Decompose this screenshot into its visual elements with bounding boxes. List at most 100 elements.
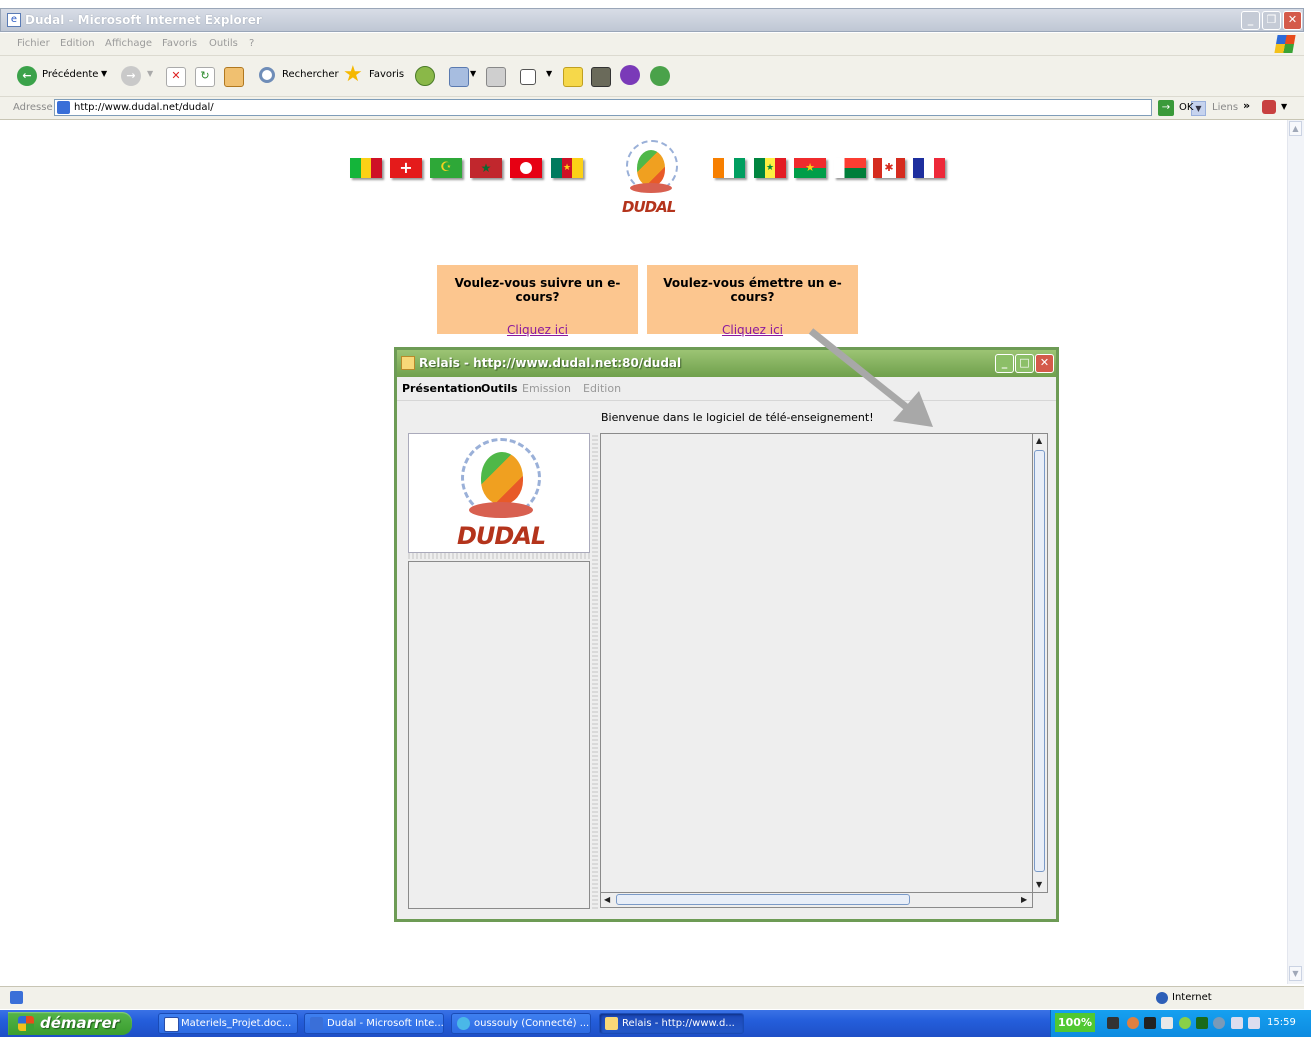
address-input[interactable]: http://www.dudal.net/dudal/ ▼ [54,99,1206,116]
flag-mauritania[interactable]: ☪ [430,158,462,178]
restore-button[interactable]: ❐ [1262,11,1281,30]
dudal-logo-base [630,183,672,193]
relais-title-bar[interactable]: Relais - http://www.dudal.net:80/dudal _… [397,350,1056,377]
contacts-icon[interactable] [650,66,670,86]
home-icon[interactable] [224,67,244,87]
links-chevron-icon[interactable]: » [1243,99,1250,112]
update-icon[interactable] [1213,1017,1225,1029]
flag-switzerland[interactable]: + [390,158,422,178]
extension-dropdown-icon[interactable]: ▼ [1281,102,1287,111]
connection-icon[interactable] [1248,1017,1260,1029]
stop-icon[interactable]: ✕ [166,67,186,87]
windows-flag-icon [18,1016,34,1031]
flag-senegal[interactable]: ★ [754,158,787,178]
plug-icon[interactable] [1107,1017,1119,1029]
flag-france[interactable] [913,158,946,178]
relais-menu-presentation[interactable]: Présentation [402,382,482,395]
address-url[interactable]: http://www.dudal.net/dudal/ [74,102,214,113]
task-label: Relais - http://www.d... [622,1018,735,1029]
flag-madagascar[interactable] [834,158,866,178]
security-shield-icon[interactable] [1179,1017,1191,1029]
broadcast-course-link[interactable]: Cliquez ici [722,323,783,337]
word-doc-icon [164,1017,179,1032]
minimize-button[interactable]: _ [1241,11,1260,30]
display-icon[interactable] [1231,1017,1243,1029]
mail-icon[interactable] [449,67,469,87]
menu-favoris[interactable]: Favoris [162,38,197,49]
edit-dropdown-icon[interactable]: ▼ [546,69,552,78]
follow-course-link[interactable]: Cliquez ici [507,323,568,337]
page-status-icon [10,991,23,1004]
clock[interactable]: 15:59 [1267,1017,1296,1028]
links-label[interactable]: Liens [1212,102,1238,113]
go-button-label[interactable]: OK [1179,102,1193,113]
scroll-down-icon[interactable]: ▼ [1036,880,1042,889]
flag-cameroon[interactable]: ★ [551,158,584,178]
print-icon[interactable] [486,67,506,87]
left-panel-divider[interactable] [408,553,590,559]
annotation-arrow-icon [808,328,933,427]
flag-mali[interactable] [350,158,383,178]
toolbar-extension-icon[interactable] [1262,100,1276,114]
split-pane-divider[interactable] [592,433,598,909]
network-icon[interactable] [1196,1017,1208,1029]
page-scrollbar[interactable]: ▲ ▼ [1287,120,1304,984]
task-materiels-projet[interactable]: Materiels_Projet.doc... [158,1013,298,1034]
main-text-area[interactable] [600,433,1033,893]
text-area-horizontal-scrollbar[interactable]: ◀ ▶ [600,893,1033,908]
tray-star-icon[interactable] [1144,1017,1156,1029]
battery-percent[interactable]: 100% [1055,1013,1095,1032]
menu-help[interactable]: ? [249,38,254,49]
task-dudal-ie[interactable]: Dudal - Microsoft Inte... [304,1013,444,1034]
menu-outils[interactable]: Outils [209,38,238,49]
refresh-icon[interactable]: ↻ [195,67,215,87]
close-button[interactable]: ✕ [1283,11,1302,30]
scroll-left-icon[interactable]: ◀ [604,895,610,904]
relais-maximize-button[interactable]: □ [1015,354,1034,373]
flag-tunisia[interactable] [510,158,542,178]
relais-minimize-button[interactable]: _ [995,354,1014,373]
tray-app-icon[interactable] [1127,1017,1139,1029]
start-button[interactable]: démarrer [8,1012,132,1035]
scroll-up-icon[interactable]: ▲ [1289,121,1302,136]
search-icon[interactable] [259,67,275,83]
favorites-star-icon[interactable]: ★ [343,62,363,87]
text-area-vertical-scrollbar[interactable]: ▲ ▼ [1033,433,1048,893]
edit-icon[interactable] [520,69,536,85]
menu-fichier[interactable]: Fichier [17,38,50,49]
follow-course-question: Voulez-vous suivre un e-cours? [454,276,621,304]
flag-burkina-faso[interactable]: ★ [794,158,826,178]
forward-arrow-icon[interactable]: → [121,66,141,86]
relais-close-button[interactable]: ✕ [1035,354,1054,373]
back-button-label[interactable]: Précédente [42,69,98,80]
scroll-down-icon[interactable]: ▼ [1289,966,1302,981]
participants-list[interactable] [408,561,590,909]
back-arrow-icon[interactable]: ← [17,66,37,86]
flag-ivory-coast[interactable] [713,158,746,178]
flag-canada[interactable]: ✱ [873,158,906,178]
history-icon[interactable] [415,66,435,86]
back-dropdown-icon[interactable]: ▼ [101,69,107,78]
volume-icon[interactable] [1161,1017,1173,1029]
notes-icon[interactable] [563,67,583,87]
start-label: démarrer [40,1014,120,1032]
menu-affichage[interactable]: Affichage [105,38,152,49]
go-arrow-icon[interactable]: → [1158,100,1174,116]
horizontal-scroll-thumb[interactable] [616,894,910,905]
relais-menu-outils[interactable]: Outils [481,382,518,395]
java-icon [401,356,415,370]
flag-morocco[interactable]: ★ [470,158,502,178]
favorites-button-label[interactable]: Favoris [369,69,404,80]
mail-dropdown-icon[interactable]: ▼ [470,69,476,78]
search-button-label[interactable]: Rechercher [282,69,339,80]
menu-edition[interactable]: Edition [60,38,95,49]
task-relais[interactable]: Relais - http://www.d... [599,1013,744,1034]
scroll-up-icon[interactable]: ▲ [1036,436,1042,445]
research-icon[interactable] [591,67,611,87]
task-messenger[interactable]: oussouly (Connecté) ... [451,1013,591,1034]
forward-dropdown-icon[interactable]: ▼ [147,69,153,78]
vertical-scroll-thumb[interactable] [1034,450,1045,872]
window-title-bar[interactable]: e Dudal - Microsoft Internet Explorer _ … [0,8,1304,32]
scroll-right-icon[interactable]: ▶ [1021,895,1027,904]
messenger-icon[interactable] [620,65,640,85]
